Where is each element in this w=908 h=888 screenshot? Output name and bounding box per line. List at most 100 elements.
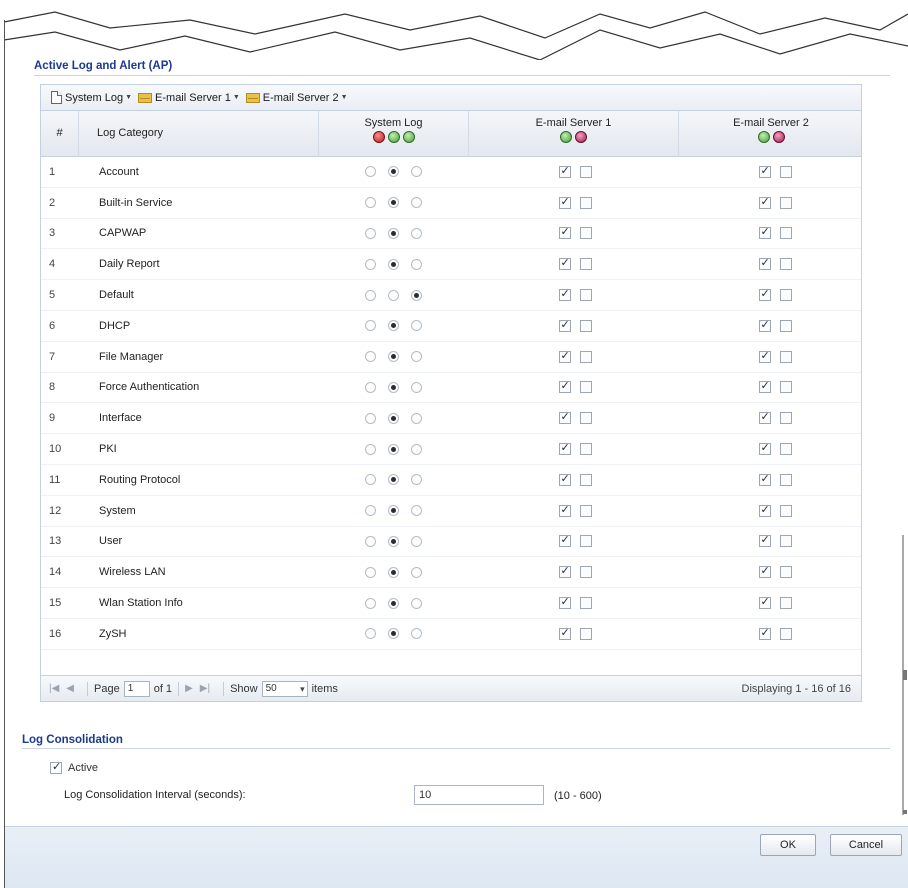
system-log-radio-debug[interactable] xyxy=(410,412,422,424)
email1-checkbox-disable[interactable] xyxy=(579,227,592,240)
toolbar-email-server-2[interactable]: E-mail Server 2 ▼ xyxy=(245,92,348,104)
email1-checkbox-disable[interactable] xyxy=(579,196,592,209)
email1-checkbox-enable[interactable] xyxy=(558,595,571,610)
table-row[interactable]: 3 CAPWAP xyxy=(41,219,861,250)
system-log-radio-normal[interactable] xyxy=(387,443,399,455)
email2-checkbox-disable[interactable] xyxy=(779,381,792,394)
prev-page-icon[interactable]: ◀ xyxy=(66,683,74,694)
email2-checkbox-enable[interactable] xyxy=(758,164,771,178)
ok-button[interactable]: OK xyxy=(760,834,816,856)
email1-checkbox-disable[interactable] xyxy=(579,443,592,456)
table-row[interactable]: 11 Routing Protocol xyxy=(41,465,861,496)
system-log-radio-normal[interactable] xyxy=(387,474,399,486)
toolbar-system-log[interactable]: System Log ▼ xyxy=(51,91,132,104)
table-row[interactable]: 7 File Manager xyxy=(41,342,861,373)
alert-enable-icon[interactable] xyxy=(560,131,572,143)
system-log-radio-normal[interactable] xyxy=(387,227,399,239)
col-header-system-log[interactable]: System Log xyxy=(319,111,469,157)
table-row[interactable]: 12 System xyxy=(41,496,861,527)
email1-checkbox-enable[interactable] xyxy=(558,626,571,640)
email1-checkbox-disable[interactable] xyxy=(579,412,592,425)
system-log-radio-normal[interactable] xyxy=(387,381,399,393)
email1-checkbox-disable[interactable] xyxy=(579,289,592,302)
email1-checkbox-enable[interactable] xyxy=(558,441,571,456)
system-log-radio-normal[interactable] xyxy=(387,166,399,178)
email1-checkbox-enable[interactable] xyxy=(558,564,571,579)
system-log-radio-disable[interactable] xyxy=(364,197,376,209)
email2-checkbox-enable[interactable] xyxy=(758,410,771,425)
table-row[interactable]: 15 Wlan Station Info xyxy=(41,588,861,619)
email1-checkbox-enable[interactable] xyxy=(558,379,571,394)
system-log-radio-normal[interactable] xyxy=(387,197,399,209)
system-log-radio-normal[interactable] xyxy=(387,597,399,609)
next-page-icon[interactable]: ▶ xyxy=(185,683,193,694)
email1-checkbox-disable[interactable] xyxy=(579,319,592,332)
system-log-radio-debug[interactable] xyxy=(410,197,422,209)
system-log-radio-disable[interactable] xyxy=(364,320,376,332)
system-log-radio-debug[interactable] xyxy=(410,566,422,578)
email2-checkbox-disable[interactable] xyxy=(779,227,792,240)
email1-checkbox-disable[interactable] xyxy=(579,535,592,548)
email1-checkbox-disable[interactable] xyxy=(579,381,592,394)
system-log-radio-disable[interactable] xyxy=(364,351,376,363)
system-log-radio-debug[interactable] xyxy=(410,289,422,301)
email1-checkbox-disable[interactable] xyxy=(579,504,592,517)
email2-checkbox-enable[interactable] xyxy=(758,379,771,394)
email1-checkbox-disable[interactable] xyxy=(579,165,592,178)
system-log-radio-normal[interactable] xyxy=(387,535,399,547)
col-header-email-server-2[interactable]: E-mail Server 2 xyxy=(679,111,863,157)
email2-checkbox-enable[interactable] xyxy=(758,626,771,640)
first-page-icon[interactable]: |◀ xyxy=(49,683,59,694)
system-log-radio-normal[interactable] xyxy=(387,258,399,270)
system-log-radio-debug[interactable] xyxy=(410,227,422,239)
email2-checkbox-disable[interactable] xyxy=(779,597,792,610)
cancel-button[interactable]: Cancel xyxy=(830,834,902,856)
system-log-radio-debug[interactable] xyxy=(410,258,422,270)
table-row[interactable]: 14 Wireless LAN xyxy=(41,557,861,589)
system-log-radio-normal[interactable] xyxy=(387,351,399,363)
table-row[interactable]: 4 Daily Report xyxy=(41,249,861,281)
interval-input[interactable]: 10 xyxy=(414,785,544,805)
enable-normal-icon[interactable] xyxy=(387,131,400,143)
table-row[interactable]: 5 Default xyxy=(41,280,861,311)
email2-checkbox-enable[interactable] xyxy=(758,564,771,579)
system-log-radio-disable[interactable] xyxy=(364,443,376,455)
email2-checkbox-disable[interactable] xyxy=(779,566,792,579)
email1-checkbox-disable[interactable] xyxy=(579,597,592,610)
email2-checkbox-disable[interactable] xyxy=(779,473,792,486)
system-log-radio-debug[interactable] xyxy=(410,474,422,486)
system-log-radio-debug[interactable] xyxy=(410,597,422,609)
scrollbar-thumb[interactable] xyxy=(903,670,907,680)
email2-checkbox-enable[interactable] xyxy=(758,472,771,486)
email2-checkbox-enable[interactable] xyxy=(758,195,771,209)
system-log-radio-normal[interactable] xyxy=(387,289,399,301)
email1-checkbox-enable[interactable] xyxy=(558,287,571,302)
email1-checkbox-enable[interactable] xyxy=(558,256,571,271)
enable-debug-icon[interactable] xyxy=(402,131,415,143)
active-checkbox[interactable] xyxy=(50,760,62,774)
col-header-email-server-1[interactable]: E-mail Server 1 xyxy=(469,111,679,157)
email2-checkbox-enable[interactable] xyxy=(758,595,771,610)
table-row[interactable]: 6 DHCP xyxy=(41,311,861,342)
email1-checkbox-disable[interactable] xyxy=(579,473,592,486)
system-log-radio-disable[interactable] xyxy=(364,628,376,640)
system-log-radio-debug[interactable] xyxy=(410,351,422,363)
system-log-radio-disable[interactable] xyxy=(364,412,376,424)
email1-checkbox-enable[interactable] xyxy=(558,533,571,548)
system-log-radio-disable[interactable] xyxy=(364,166,376,178)
email1-checkbox-enable[interactable] xyxy=(558,225,571,240)
system-log-radio-normal[interactable] xyxy=(387,628,399,640)
system-log-radio-normal[interactable] xyxy=(387,412,399,424)
system-log-radio-debug[interactable] xyxy=(410,443,422,455)
email1-checkbox-disable[interactable] xyxy=(579,258,592,271)
system-log-radio-disable[interactable] xyxy=(364,474,376,486)
email2-checkbox-enable[interactable] xyxy=(758,256,771,271)
table-row[interactable]: 2 Built-in Service xyxy=(41,188,861,219)
email2-checkbox-disable[interactable] xyxy=(779,350,792,363)
system-log-radio-normal[interactable] xyxy=(387,566,399,578)
email1-checkbox-disable[interactable] xyxy=(579,627,592,640)
system-log-radio-debug[interactable] xyxy=(410,381,422,393)
system-log-radio-normal[interactable] xyxy=(387,320,399,332)
email2-checkbox-enable[interactable] xyxy=(758,225,771,240)
system-log-radio-debug[interactable] xyxy=(410,628,422,640)
